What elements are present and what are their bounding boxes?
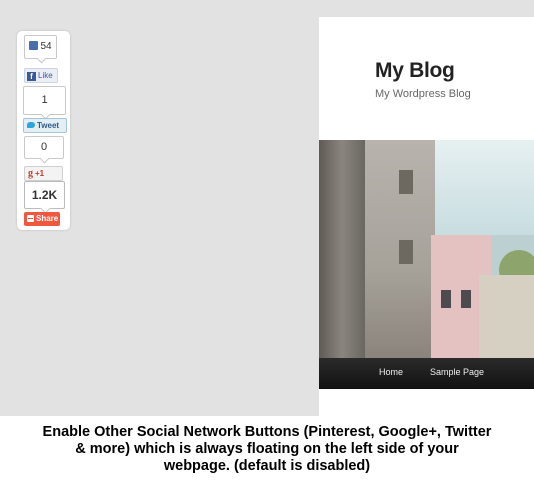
count-tail [39, 153, 50, 164]
window [441, 290, 451, 308]
share-label: Share [36, 214, 59, 223]
facebook-like-label: Like [38, 71, 53, 80]
facebook-count-value: 54 [40, 41, 52, 52]
facebook-like-button[interactable]: f Like [24, 68, 58, 83]
facebook-icon: f [27, 72, 36, 81]
blog-preview: My Blog My Wordpress Blog Home Sample Pa… [319, 17, 534, 416]
main-nav: Home Sample Page [319, 358, 534, 389]
twitter-count-value: 1 [41, 94, 48, 106]
total-share-count: 1.2K [24, 181, 65, 214]
window [461, 290, 471, 308]
share-button[interactable]: Share [24, 212, 60, 226]
total-count-value: 1.2K [31, 188, 58, 202]
caption-line: & more) which is always floating on the … [75, 441, 459, 457]
nav-item-sample-page[interactable]: Sample Page [430, 367, 484, 377]
caption: Enable Other Social Network Buttons (Pin… [0, 424, 534, 475]
tweet-label: Tweet [37, 121, 60, 130]
nav-item-home[interactable]: Home [379, 367, 403, 377]
building-right [479, 275, 534, 358]
window [399, 170, 413, 194]
google-plus-count-value: 0 [40, 141, 48, 153]
share-icon [27, 215, 34, 222]
window [399, 240, 413, 264]
thumbs-up-icon [29, 41, 39, 50]
building-left [319, 140, 365, 358]
twitter-bird-icon [27, 122, 35, 128]
sky [431, 140, 534, 235]
count-tail [36, 53, 46, 64]
blog-title[interactable]: My Blog [375, 59, 455, 83]
twitter-tweet-count: 1 [23, 86, 66, 120]
header-image [319, 140, 534, 358]
facebook-like-count: 54 [24, 35, 57, 64]
tweet-button[interactable]: Tweet [23, 118, 67, 133]
caption-line: webpage. (default is disabled) [163, 458, 371, 474]
blog-tagline: My Wordpress Blog [375, 88, 471, 100]
caption-line: Enable Other Social Network Buttons (Pin… [42, 424, 492, 440]
google-plus-button[interactable]: g +1 [24, 166, 63, 181]
floating-share-bar: 54 f Like 1 Tweet 0 g +1 1.2K Share [17, 31, 70, 230]
google-plus-label: +1 [35, 169, 45, 178]
screenshot-area: 54 f Like 1 Tweet 0 g +1 1.2K Share My Blo [0, 0, 534, 416]
google-plus-count: 0 [24, 136, 64, 164]
google-plus-icon: g [28, 168, 33, 179]
